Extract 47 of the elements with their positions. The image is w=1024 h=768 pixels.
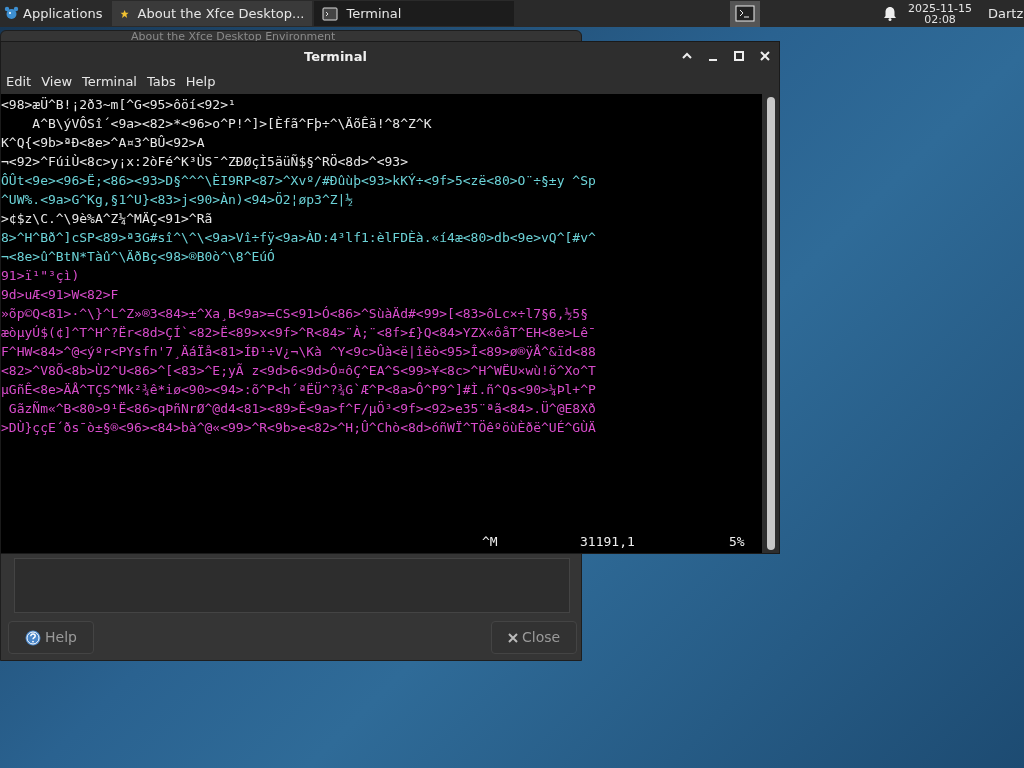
terminal-line: F^HW<84>^@<ýºr<PYsfn'7¸ÄáÏå<81>ÍÐ¹÷V¿¬\Kà ^Y<9c>Ûà<ë|îëò<95>Î<89>ø®ÿÅ^&ïd<88: [1, 343, 596, 361]
taskbar-button[interactable]: Terminal: [314, 1, 515, 26]
window-title: About the Xfce Desktop Environment: [131, 31, 336, 42]
terminal-icon: [322, 5, 339, 22]
window-title: Terminal: [304, 48, 367, 66]
terminal-line: GãzÑm«^B<80>9¹Ë<86>qÞñNrØ^@d4<81><89>Ê<9a>f^F/µÖ³<9f><92>e35¨ªã<84>.Ü^@E8Xð: [7, 400, 596, 418]
status-text: ^M: [482, 533, 498, 551]
terminal-line: A^B\ýVÔSî´<9a><82>*<96>o^P!^]>[Èfã^Fþ÷^\ÄõÊä!^8^Z^K: [31, 115, 432, 133]
terminal-line: <82>^V8Õ<8b>Ù2^U<86>^[<83>^E;yÃ z<9d>6<9d>Ó¤ôÇ^EA^S<99>¥<8c>^H^WËU×wù!ö^Xo^T: [1, 362, 596, 380]
terminal-line: æòµyÚ$(¢]^T^H^?Ër<8d>ÇÍ`<82>Ë<89>x<9f>^R<84>¨À;¨<8f>£}Q<84>YZX«ôåT^EH<8e>Lê¯: [1, 324, 596, 342]
terminal-line: K^Q{<9b>ªÐ<8e>^A¤3^BÛ<92>A: [1, 134, 205, 152]
terminal-line: >DÙ}ççE´ðs¯ò±§®<96><84>bà^@«<99>^R<9b>e<82>^H;Û^Chò<8d>óñWÏ^TÖêºöùÈðë^UÉ^GÙÄ: [1, 419, 596, 437]
taskbar-button[interactable]: About the Xfce Desktop...: [112, 1, 313, 26]
mouse-logo-icon: [4, 6, 19, 21]
user-name[interactable]: Dartz: [988, 3, 1024, 24]
help-icon: [25, 629, 41, 646]
terminal-launcher-button[interactable]: [730, 0, 761, 27]
menu-item[interactable]: Help: [180, 71, 221, 92]
terminal-line: ^UW%.<9a>G^Kg,§1^U}<83>j<90>Àn)<94>Ö2¦øp3^Z|½: [1, 191, 354, 209]
terminal-icon: [735, 4, 756, 23]
terminal-line: <98>æÜ^B!¡2ð3~m[^G<95>ôöí<92>¹: [1, 96, 236, 114]
terminal-line: 9d>uÆ<91>W<82>F: [1, 286, 119, 304]
minimize-icon: [707, 58, 719, 61]
terminal-line: >¢$z\C.^\9è%A^Z¼^MÄÇ<91>^Rã: [1, 210, 213, 228]
terminal-line: µGñÊ<8e>ÄÅ^TÇS^Mk²¾ê*iø<90><94>:õ^P<h´ªËÜ^?¾G`Æ^P<8a>Ô^P9^]#Ì.ñ^Qs<90>¼Þl+^P: [1, 381, 596, 399]
terminal-line: ¬<92>^FúiÙ<8c>y¡x:2òFé^K³ÙS¯^ZÐØçÌ5äüÑ$§^RÖ<8d>^<93>: [1, 153, 408, 171]
menu-item[interactable]: View: [36, 71, 78, 92]
scrollbar-thumb[interactable]: [766, 97, 775, 550]
terminal-line: 91>ï¹"³çì): [1, 267, 80, 285]
help-button[interactable]: Help: [8, 621, 94, 654]
close-icon: [508, 632, 518, 643]
clock-time: 02:08: [924, 13, 956, 25]
terminal-line: ÔÛt<9e><96>Ë;<86><93>D§^^^\ÈI9RP<87>^Xvº/#Ðûùþ<93>kKÝ÷<9f>5<zë<80>O¨÷§±y ^Sp: [1, 172, 596, 190]
terminal-line: 8>^H^Bð^]cSP<89>ª3G#sî^\^\<9a>Vî÷fÿ<9a>ÀD:4³lf1:èlFDÈà.«í4æ<80>db<9e>vQ^[#v^: [1, 229, 596, 247]
close-button[interactable]: Close: [491, 621, 578, 654]
menu-item[interactable]: Tabs: [142, 71, 181, 92]
terminal-line: »õp©Q<81>·^\}^L^Z»®3<84>±^Xa¸B<9a>=CS<91>Ó<86>^SùàÄd#<99>[<83>ôLc×÷l7§6,½5§: [1, 305, 588, 323]
applications-menu-button[interactable]: Applications: [0, 0, 111, 27]
clock-date: 2025-11-15: [908, 2, 972, 14]
close-icon: [759, 49, 771, 62]
status-text: 5%: [729, 533, 745, 551]
menu-item[interactable]: Edit: [1, 71, 37, 92]
menu-item[interactable]: Terminal: [77, 71, 142, 92]
bell-icon: [883, 6, 898, 21]
status-text: 31191,1: [580, 533, 635, 551]
maximize-icon: [733, 49, 745, 62]
terminal-line: ¬<8e>û^BtN*Tàû^\ÄðBç<98>®B0ò^\8^EúÓ: [1, 248, 275, 266]
